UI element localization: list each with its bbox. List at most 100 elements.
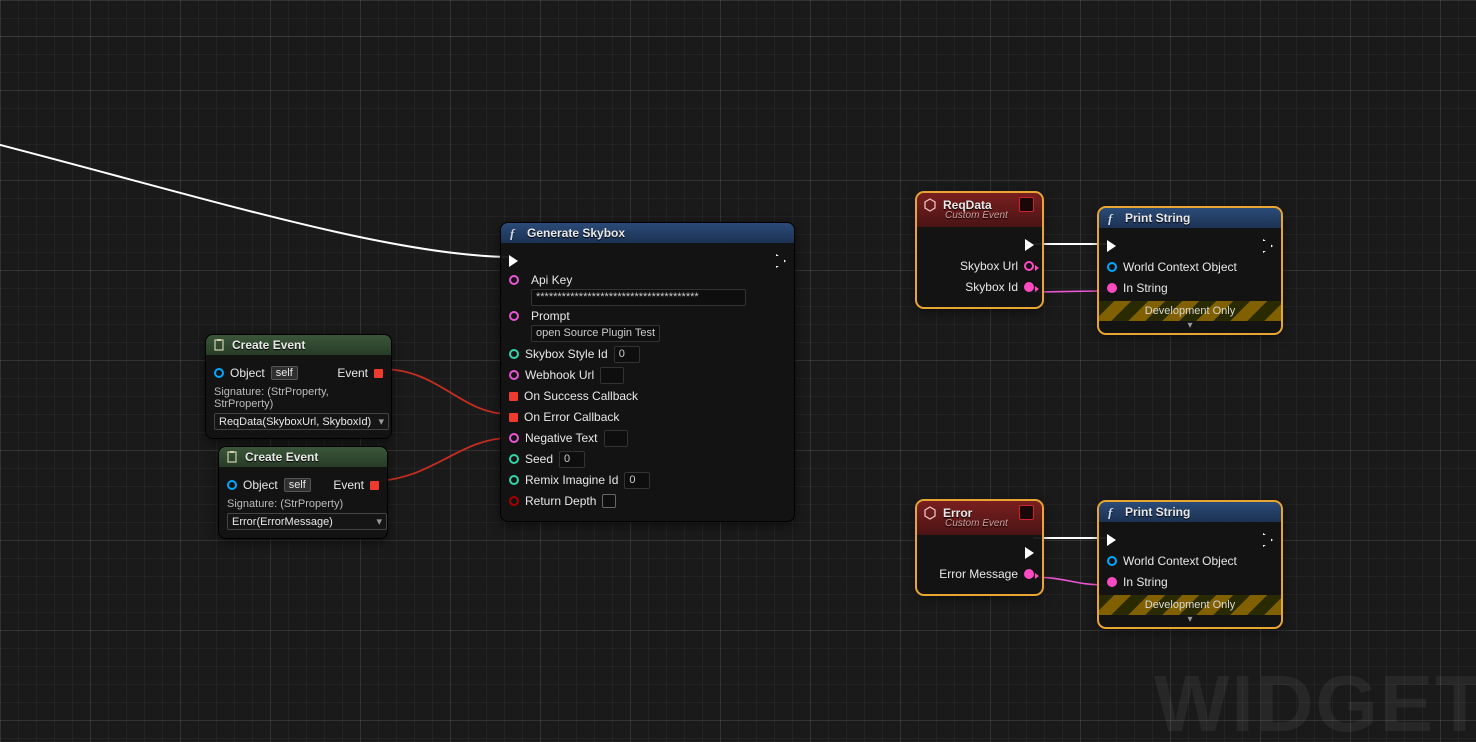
remix-label: Remix Imagine Id <box>525 473 618 487</box>
pin-negative-text[interactable] <box>509 433 519 443</box>
negative-text-label: Negative Text <box>525 431 598 445</box>
event-dropdown[interactable]: Error(ErrorMessage) <box>227 513 387 530</box>
pin-exec-out[interactable] <box>1025 547 1034 559</box>
pin-on-success[interactable] <box>509 392 518 401</box>
seed-input[interactable]: 0 <box>559 451 585 468</box>
error-message-label: Error Message <box>939 567 1018 581</box>
object-label: Object <box>230 366 265 380</box>
return-depth-checkbox[interactable] <box>602 494 616 508</box>
node-create-event-2[interactable]: Create Event Object self Event Signature… <box>218 446 388 539</box>
function-icon: f <box>507 226 521 240</box>
webhook-input[interactable] <box>600 367 624 384</box>
node-header[interactable]: Error Custom Event <box>917 501 1042 535</box>
node-title: Create Event <box>232 338 305 352</box>
pin-in-string[interactable] <box>1107 577 1117 587</box>
node-reqdata[interactable]: ReqData Custom Event Skybox Url Skybox I… <box>916 192 1043 308</box>
node-subtitle: Custom Event <box>923 518 1008 533</box>
style-id-label: Skybox Style Id <box>525 347 608 361</box>
node-header[interactable]: Create Event <box>206 335 391 355</box>
dev-only-banner: Development Only <box>1099 301 1281 321</box>
pin-object-in[interactable] <box>214 368 224 378</box>
pin-error-message[interactable] <box>1024 569 1034 579</box>
object-value[interactable]: self <box>284 478 311 492</box>
pin-object-in[interactable] <box>227 480 237 490</box>
world-context-label: World Context Object <box>1123 260 1237 274</box>
return-depth-label: Return Depth <box>525 494 596 508</box>
on-success-label: On Success Callback <box>524 389 638 403</box>
in-string-label: In String <box>1123 281 1168 295</box>
skybox-url-label: Skybox Url <box>960 259 1018 273</box>
pin-world-context[interactable] <box>1107 556 1117 566</box>
delete-icon[interactable] <box>1019 505 1034 520</box>
seed-label: Seed <box>525 452 553 466</box>
node-print-string-2[interactable]: f Print String World Context Object In S… <box>1098 501 1282 628</box>
delete-icon[interactable] <box>1019 197 1034 212</box>
on-error-label: On Error Callback <box>524 410 619 424</box>
event-label: Event <box>337 366 368 380</box>
pin-remix[interactable] <box>509 475 519 485</box>
object-label: Object <box>243 478 278 492</box>
clipboard-icon <box>225 450 239 464</box>
node-header[interactable]: ReqData Custom Event <box>917 193 1042 227</box>
pin-webhook[interactable] <box>509 370 519 380</box>
pin-world-context[interactable] <box>1107 262 1117 272</box>
pin-exec-out[interactable] <box>1263 239 1273 253</box>
graph-watermark: WIDGET <box>1154 658 1476 742</box>
node-header[interactable]: f Generate Skybox <box>501 223 794 243</box>
svg-text:f: f <box>1108 505 1114 519</box>
pin-return-depth[interactable] <box>509 496 519 506</box>
expand-icon[interactable]: ▾ <box>1099 613 1281 625</box>
node-print-string-1[interactable]: f Print String World Context Object In S… <box>1098 207 1282 334</box>
clipboard-icon <box>212 338 226 352</box>
pin-seed[interactable] <box>509 454 519 464</box>
signature-text: Signature: (StrProperty) <box>227 498 379 510</box>
pin-on-error[interactable] <box>509 413 518 422</box>
pin-exec-out[interactable] <box>1263 533 1273 547</box>
remix-input[interactable]: 0 <box>624 472 650 489</box>
pin-exec-in[interactable] <box>509 255 518 267</box>
pin-skybox-url[interactable] <box>1024 261 1034 271</box>
node-title: Create Event <box>245 450 318 464</box>
api-key-label: Api Key <box>531 273 746 287</box>
pin-prompt[interactable] <box>509 311 519 321</box>
event-dropdown[interactable]: ReqData(SkyboxUrl, SkyboxId) <box>214 413 389 430</box>
pin-style-id[interactable] <box>509 349 519 359</box>
signature-text: Signature: (StrProperty, StrProperty) <box>214 386 383 410</box>
pin-api-key[interactable] <box>509 275 519 285</box>
node-generate-skybox[interactable]: f Generate Skybox Api Key **************… <box>500 222 795 522</box>
svg-text:f: f <box>510 226 516 240</box>
pin-in-string[interactable] <box>1107 283 1117 293</box>
node-create-event-1[interactable]: Create Event Object self Event Signature… <box>205 334 392 439</box>
pin-event-out[interactable] <box>370 481 379 490</box>
pin-exec-out[interactable] <box>776 254 786 268</box>
node-subtitle: Custom Event <box>923 210 1008 225</box>
svg-text:f: f <box>1108 211 1114 225</box>
node-header[interactable]: Create Event <box>219 447 387 467</box>
api-key-input[interactable]: ************************************** <box>531 289 746 306</box>
expand-icon[interactable]: ▾ <box>1099 319 1281 331</box>
world-context-label: World Context Object <box>1123 554 1237 568</box>
node-error[interactable]: Error Custom Event Error Message <box>916 500 1043 595</box>
prompt-input[interactable]: open Source Plugin Test <box>531 325 660 342</box>
prompt-label: Prompt <box>531 309 660 323</box>
skybox-id-label: Skybox Id <box>965 280 1018 294</box>
pin-event-out[interactable] <box>374 369 383 378</box>
pin-skybox-id[interactable] <box>1024 282 1034 292</box>
negative-input[interactable] <box>604 430 628 447</box>
function-icon: f <box>1105 211 1119 225</box>
node-header[interactable]: f Print String <box>1099 208 1281 228</box>
node-title: Print String <box>1125 505 1190 519</box>
event-label: Event <box>333 478 364 492</box>
dev-only-banner: Development Only <box>1099 595 1281 615</box>
in-string-label: In String <box>1123 575 1168 589</box>
pin-exec-out[interactable] <box>1025 239 1034 251</box>
pin-exec-in[interactable] <box>1107 534 1116 546</box>
object-value[interactable]: self <box>271 366 298 380</box>
webhook-label: Webhook Url <box>525 368 594 382</box>
function-icon: f <box>1105 505 1119 519</box>
node-title: Generate Skybox <box>527 226 625 240</box>
style-id-input[interactable]: 0 <box>614 346 640 363</box>
pin-exec-in[interactable] <box>1107 240 1116 252</box>
node-header[interactable]: f Print String <box>1099 502 1281 522</box>
node-title: Print String <box>1125 211 1190 225</box>
